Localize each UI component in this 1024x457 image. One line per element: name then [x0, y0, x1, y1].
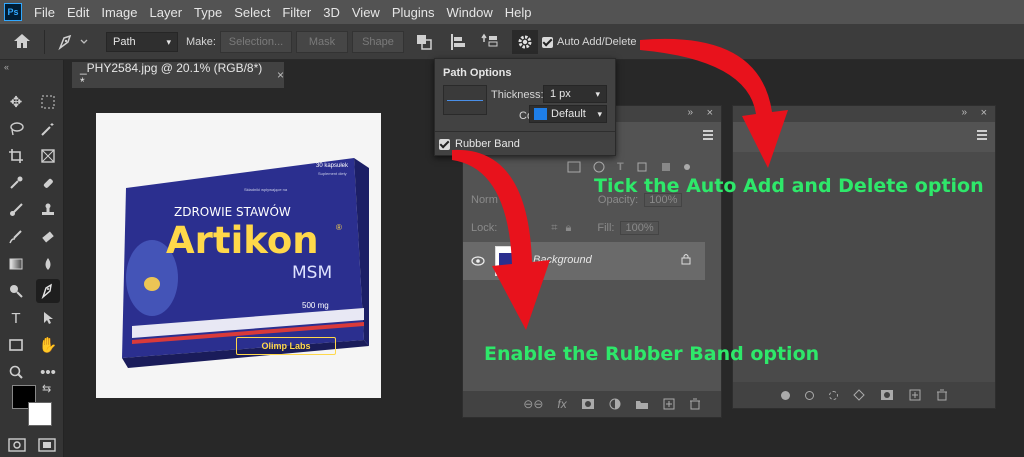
annotation-arrows	[452, 38, 788, 330]
arrow-auto-add-icon	[640, 38, 788, 169]
arrow-rubber-band-icon	[452, 149, 550, 330]
annotation-auto-add: Tick the Auto Add and Delete option	[594, 175, 984, 197]
annotation-rubber-band: Enable the Rubber Band option	[484, 343, 820, 365]
